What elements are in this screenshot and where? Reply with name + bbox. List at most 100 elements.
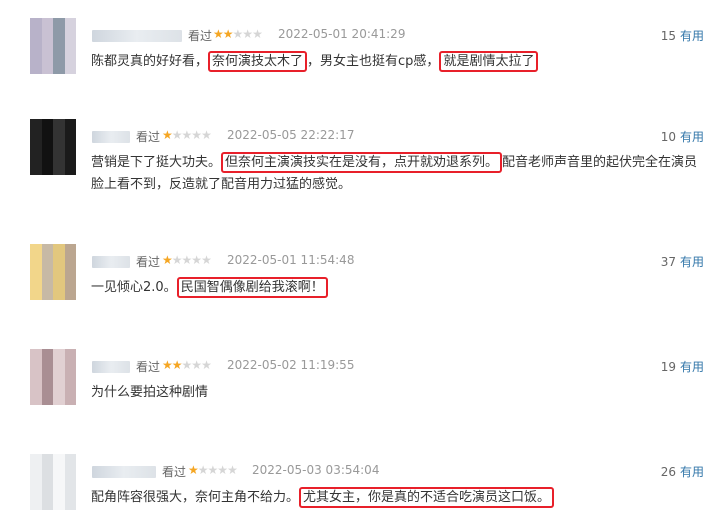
star-icon: ★ (201, 358, 212, 372)
avatar-pixel (41, 244, 53, 258)
avatar-pixel (53, 133, 65, 147)
avatar-pixel (30, 349, 42, 363)
username-redacted[interactable] (92, 361, 130, 373)
avatar-pixel (64, 258, 76, 272)
avatar-pixel (30, 161, 42, 175)
star-icon: ★ (252, 27, 263, 41)
avatar-pixel (41, 286, 53, 300)
avatar-pixel (53, 147, 65, 161)
avatar-pixel (30, 32, 42, 46)
useful-link[interactable]: 有用 (680, 255, 704, 269)
vote-count: 26 (660, 465, 676, 479)
username-redacted[interactable] (92, 131, 130, 143)
avatar-pixel (64, 244, 76, 258)
avatar-pixel (41, 272, 53, 286)
useful-link[interactable]: 有用 (680, 465, 704, 479)
star-icon: ★ (171, 358, 183, 372)
avatar-pixel (64, 496, 76, 510)
star-icon: ★ (181, 358, 193, 372)
useful-link[interactable]: 有用 (680, 29, 704, 43)
username-redacted[interactable] (92, 30, 182, 42)
useful-link[interactable]: 有用 (680, 360, 704, 374)
avatar-pixel (64, 133, 76, 147)
star-icon: ★ (201, 253, 212, 267)
rating-stars: ★★★★★ (162, 253, 212, 267)
avatar-pixel (53, 349, 65, 363)
star-icon: ★ (162, 253, 173, 267)
highlighted-phrase: 就是剧情太拉了 (439, 51, 539, 72)
review-time: 2022-05-02 11:19:55 (227, 358, 355, 372)
vote-area: 15 有用 (661, 27, 704, 44)
avatar[interactable] (30, 349, 76, 405)
avatar-pixel (30, 363, 42, 377)
text-segment: 陈都灵真的好好看， (91, 54, 209, 69)
vote-count: 15 (660, 29, 676, 43)
avatar-pixel (53, 46, 65, 60)
avatar-pixel (53, 468, 65, 482)
avatar-pixel (30, 286, 42, 300)
star-icon: ★ (242, 27, 253, 41)
star-icon: ★ (171, 128, 183, 142)
text-segment: 一见倾心2.0。 (91, 280, 177, 295)
avatar-pixel (41, 32, 53, 46)
avatar-pixel (30, 377, 42, 391)
text-segment: ，男女主也挺有cp感， (307, 54, 440, 69)
avatar-pixel (30, 133, 42, 147)
username-redacted[interactable] (92, 256, 130, 268)
avatar-pixel (53, 391, 65, 405)
avatar-pixel (30, 258, 42, 272)
star-icon: ★ (181, 128, 193, 142)
avatar-pixel (30, 468, 42, 482)
review-text: 配角阵容很强大，奈何主角不给力。 尤其女主，你是真的不适合吃演员这口饭。 (91, 487, 709, 509)
vote-count: 19 (660, 360, 676, 374)
star-icon: ★ (207, 463, 219, 477)
avatar-pixel (53, 496, 65, 510)
avatar[interactable] (30, 454, 76, 510)
avatar-pixel (64, 119, 76, 133)
avatar-pixel (64, 482, 76, 496)
highlighted-phrase: 但奈何主演演技实在是没有，点开就劝退系列。 (221, 152, 503, 173)
avatar-pixel (64, 18, 76, 32)
avatar-pixel (64, 161, 76, 175)
avatar-pixel (64, 60, 76, 74)
avatar[interactable] (30, 119, 76, 175)
avatar[interactable] (30, 244, 76, 300)
avatar-pixel (53, 258, 65, 272)
vote-area: 10 有用 (661, 128, 704, 145)
rating-stars: ★★★★★ (188, 463, 238, 477)
star-icon: ★ (191, 253, 202, 267)
avatar-pixel (30, 496, 42, 510)
avatar-pixel (30, 18, 42, 32)
star-icon: ★ (213, 27, 224, 41)
star-icon: ★ (162, 358, 173, 372)
avatar-pixel (64, 454, 76, 468)
vote-count: 10 (660, 130, 676, 144)
avatar-pixel (41, 161, 53, 175)
rating-stars: ★★★★★ (162, 128, 212, 142)
review-text: 陈都灵真的好好看， 奈何演技太木了 ，男女主也挺有cp感， 就是剧情太拉了 (91, 51, 709, 73)
avatar-pixel (64, 147, 76, 161)
avatar-pixel (30, 46, 42, 60)
username-redacted[interactable] (92, 466, 156, 478)
star-icon: ★ (222, 27, 234, 41)
star-icon: ★ (188, 463, 199, 477)
vote-area: 26 有用 (661, 463, 704, 480)
rating-stars: ★★★★★ (162, 358, 212, 372)
avatar[interactable] (30, 18, 76, 74)
avatar-pixel (41, 363, 53, 377)
avatar-pixel (41, 119, 53, 133)
avatar-pixel (30, 482, 42, 496)
avatar-pixel (30, 391, 42, 405)
star-icon: ★ (191, 358, 202, 372)
star-icon: ★ (201, 128, 212, 142)
avatar-pixel (41, 60, 53, 74)
avatar-pixel (41, 468, 53, 482)
useful-link[interactable]: 有用 (680, 130, 704, 144)
watched-status: 看过 (136, 360, 161, 374)
avatar-pixel (64, 468, 76, 482)
avatar-pixel (53, 363, 65, 377)
avatar-pixel (64, 349, 76, 363)
avatar-pixel (41, 258, 53, 272)
star-icon: ★ (191, 128, 202, 142)
avatar-pixel (53, 32, 65, 46)
